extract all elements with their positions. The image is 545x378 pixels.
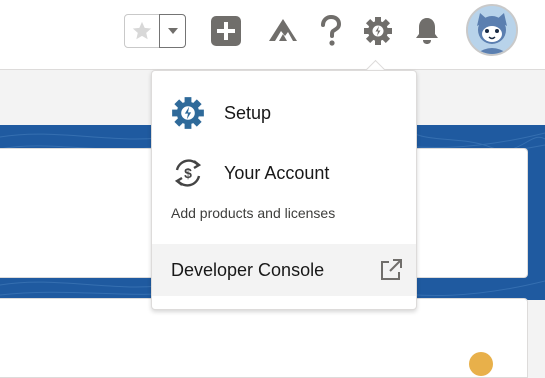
user-avatar-button[interactable] (466, 4, 518, 56)
trailhead-button[interactable] (266, 14, 300, 48)
setup-menu: Setup $ Your Account Add products and li… (151, 70, 417, 310)
global-header (0, 0, 545, 70)
favorites-group (124, 14, 186, 48)
menu-item-setup[interactable]: Setup (152, 88, 416, 138)
trailhead-icon (269, 19, 297, 41)
setup-button[interactable] (361, 14, 395, 48)
global-actions-button[interactable] (209, 14, 243, 48)
menu-item-label: Developer Console (171, 259, 325, 280)
user-avatar (468, 6, 516, 54)
menu-item-developer-console[interactable]: Developer Console (152, 244, 416, 296)
content-card-secondary (0, 298, 528, 378)
star-icon (132, 21, 152, 40)
menu-item-label: Your Account (224, 162, 330, 183)
favorites-menu-button[interactable] (159, 14, 186, 48)
menu-item-your-account[interactable]: $ Your Account (152, 148, 416, 198)
badge-indicator (469, 352, 493, 376)
notifications-button[interactable] (410, 14, 444, 48)
add-icon (211, 16, 241, 46)
gear-icon (364, 17, 392, 45)
bell-icon (416, 18, 438, 44)
menu-item-label: Setup (224, 102, 272, 123)
svg-text:$: $ (184, 165, 192, 181)
setup-gear-icon (170, 95, 206, 131)
external-link-icon (381, 259, 402, 280)
account-dollar-icon: $ (170, 155, 206, 191)
question-icon (321, 15, 342, 46)
chevron-down-icon (167, 28, 178, 34)
add-products-link[interactable]: Add products and licenses (171, 205, 335, 221)
help-button[interactable] (314, 14, 348, 48)
favorite-button[interactable] (124, 14, 160, 48)
